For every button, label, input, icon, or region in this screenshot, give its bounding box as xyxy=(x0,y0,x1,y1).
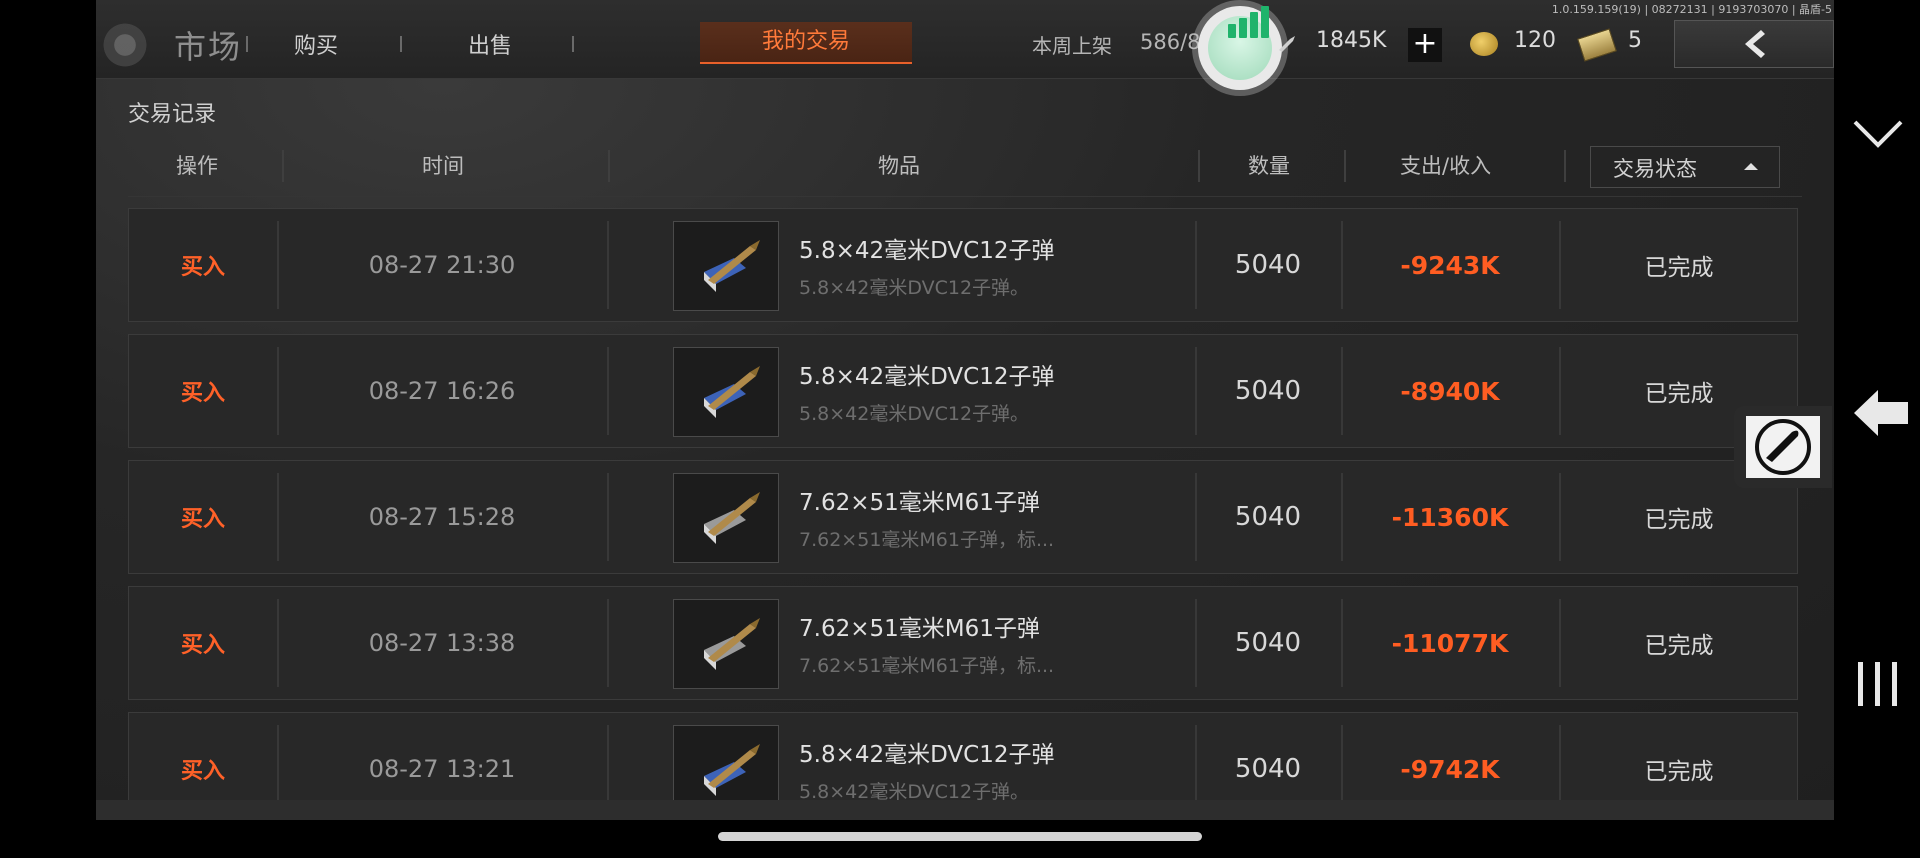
header-item: 物品 xyxy=(878,154,920,178)
header-divider xyxy=(608,150,610,182)
ammo-thumbnail-icon xyxy=(704,618,760,670)
stats-button[interactable] xyxy=(1198,6,1282,90)
header-divider xyxy=(1198,150,1200,182)
cell-divider xyxy=(607,221,609,309)
header-action: 操作 xyxy=(176,154,218,178)
trade-row[interactable]: 买入 08-27 21:30 5.8×42毫米DVC12子弹 5.8×42毫米DVC1… xyxy=(128,208,1798,322)
item-description: 7.62×51毫米M61子弹，标... xyxy=(799,529,1055,551)
status-sort-button[interactable]: 交易状态 xyxy=(1590,146,1780,188)
week-listing-label: 本周上架 xyxy=(1032,34,1112,58)
coin-icon xyxy=(1470,32,1498,56)
bullet-currency-icon xyxy=(1279,36,1295,52)
item-name: 5.8×42毫米DVC12子弹 xyxy=(799,238,1055,264)
home-indicator[interactable] xyxy=(718,832,1202,841)
item-name: 7.62×51毫米M61子弹 xyxy=(799,490,1040,516)
trade-amount: -9243K xyxy=(1400,250,1500,280)
item-thumbnail xyxy=(673,347,779,437)
trade-time: 08-27 21:30 xyxy=(368,251,516,279)
bottom-strip xyxy=(96,800,1834,820)
cell-divider xyxy=(607,473,609,561)
trade-amount: -8940K xyxy=(1400,376,1500,406)
version-text: 1.0.159.159(19) | 08272131 | 9193703070 … xyxy=(1551,3,1832,16)
header-divider-line xyxy=(128,196,1802,197)
ammo-thumbnail-icon xyxy=(704,366,760,418)
divider xyxy=(400,36,402,52)
section-title: 交易记录 xyxy=(128,102,217,127)
trade-amount: -11077K xyxy=(1391,628,1509,658)
market-title: 市场 xyxy=(174,28,243,66)
header-divider xyxy=(1344,150,1346,182)
divider xyxy=(572,36,574,52)
item-name: 5.8×42毫米DVC12子弹 xyxy=(799,742,1055,768)
currency-amount: 1845K xyxy=(1316,28,1387,53)
trade-quantity: 5040 xyxy=(1234,376,1302,406)
top-bar: 1.0.159.159(19) | 08272131 | 9193703070 … xyxy=(96,0,1834,90)
cell-divider xyxy=(607,347,609,435)
trade-status: 已完成 xyxy=(1644,255,1714,281)
sort-up-icon xyxy=(1744,163,1758,170)
bullet-icon xyxy=(1755,419,1811,475)
tab-my-trades[interactable]: 我的交易 xyxy=(700,22,912,64)
chevron-down-icon[interactable] xyxy=(1852,118,1904,150)
header-time: 时间 xyxy=(422,154,464,178)
trade-time: 08-27 16:26 xyxy=(368,377,516,405)
tab-sell[interactable]: 出售 xyxy=(468,28,512,60)
cell-divider xyxy=(607,599,609,687)
week-listing-count: 586/8 xyxy=(1140,30,1201,54)
item-description: 5.8×42毫米DVC12子弹。 xyxy=(799,403,1030,425)
coin-amount: 120 xyxy=(1514,28,1556,53)
trade-time: 08-27 13:38 xyxy=(368,629,516,657)
recent-apps-icon[interactable] xyxy=(1856,660,1900,708)
trade-row[interactable]: 买入 08-27 16:26 5.8×42毫米DVC12子弹 5.8×42毫米DVC1… xyxy=(128,334,1798,448)
trade-action: 买入 xyxy=(180,633,225,658)
ticket-amount: 5 xyxy=(1628,28,1642,53)
trade-row[interactable]: 买入 08-27 15:28 7.62×51毫米M61子弹 7.62×51毫米M61子… xyxy=(128,460,1798,574)
header-amount: 支出/收入 xyxy=(1400,154,1492,178)
trade-quantity: 5040 xyxy=(1234,628,1302,658)
item-name: 7.62×51毫米M61子弹 xyxy=(799,616,1040,642)
header-status: 交易状态 xyxy=(1613,157,1697,181)
item-description: 7.62×51毫米M61子弹，标... xyxy=(799,655,1055,677)
ammo-thumbnail-icon xyxy=(704,240,760,292)
item-thumbnail xyxy=(673,473,779,563)
trade-status: 已完成 xyxy=(1644,633,1714,659)
ammo-shortcut-button[interactable] xyxy=(1734,406,1832,488)
ticket-icon xyxy=(1577,28,1617,62)
trade-action: 买入 xyxy=(180,255,225,280)
trade-amount: -11360K xyxy=(1391,502,1509,532)
back-button[interactable] xyxy=(1674,20,1834,68)
item-thumbnail xyxy=(673,599,779,689)
trade-quantity: 5040 xyxy=(1234,250,1302,280)
arrow-left-icon[interactable] xyxy=(1852,388,1910,438)
header-divider xyxy=(282,150,284,182)
header-divider xyxy=(1564,150,1566,182)
divider xyxy=(246,36,248,52)
trade-row[interactable]: 买入 08-27 13:38 7.62×51毫米M61子弹 7.62×51毫米M61子… xyxy=(128,586,1798,700)
item-thumbnail xyxy=(673,221,779,311)
tab-my-trades-label: 我的交易 xyxy=(761,29,850,54)
ammo-thumbnail-icon xyxy=(704,492,760,544)
logo-icon xyxy=(100,20,150,70)
back-chevron-icon xyxy=(1745,30,1765,58)
trade-action: 买入 xyxy=(180,507,225,532)
item-description: 5.8×42毫米DVC12子弹。 xyxy=(799,277,1030,299)
trade-quantity: 5040 xyxy=(1234,502,1302,532)
item-name: 5.8×42毫米DVC12子弹 xyxy=(799,364,1055,390)
trade-time: 08-27 15:28 xyxy=(368,503,516,531)
game-viewport: 1.0.159.159(19) | 08272131 | 9193703070 … xyxy=(96,0,1834,820)
header-quantity: 数量 xyxy=(1248,154,1290,178)
trade-action: 买入 xyxy=(180,381,225,406)
tab-buy[interactable]: 购买 xyxy=(294,28,338,60)
add-currency-button[interactable]: + xyxy=(1408,28,1442,62)
